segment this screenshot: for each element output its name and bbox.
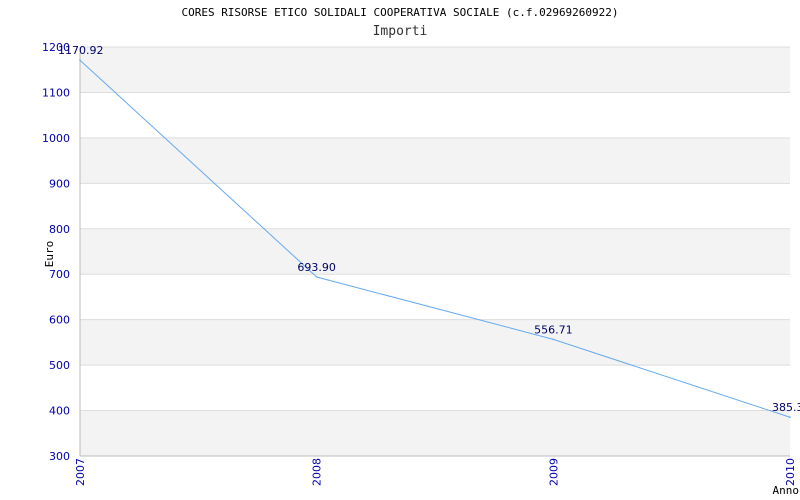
x-tick-labels: 2007 2008 2009 2010 [74, 458, 797, 486]
x-axis-label: Anno [773, 484, 800, 497]
x-tick-label: 2007 [74, 458, 87, 486]
grid-bands [80, 47, 790, 456]
grid-band [80, 319, 790, 366]
y-tick-label: 800 [49, 223, 70, 236]
data-label: 693.90 [297, 261, 336, 274]
y-tick-label: 300 [49, 450, 70, 463]
x-tick-label: 2010 [784, 458, 797, 486]
y-tick-label: 900 [49, 177, 70, 190]
data-label: 385.3 [772, 401, 800, 414]
data-label: 556.71 [534, 323, 573, 336]
data-point [789, 416, 791, 419]
grid-band [80, 47, 790, 93]
grid-band [80, 137, 790, 184]
line-chart: 300400500600700800900100011001200 2007 20… [42, 41, 800, 497]
data-point [79, 59, 81, 62]
y-tick-label: 1100 [42, 86, 70, 99]
data-point [552, 338, 555, 341]
y-tick-label: 500 [49, 359, 70, 372]
y-axis-label: Euro [43, 241, 56, 268]
grid-band [80, 228, 790, 275]
x-tick-label: 2008 [311, 458, 324, 486]
grid-band [80, 410, 790, 456]
data-point [315, 276, 318, 278]
y-tick-label: 1000 [42, 132, 70, 145]
x-tick-label: 2009 [547, 458, 560, 486]
y-tick-label: 600 [49, 314, 70, 327]
y-tick-label: 700 [49, 268, 70, 281]
data-label: 1170.92 [58, 44, 104, 57]
y-tick-label: 400 [49, 405, 70, 418]
